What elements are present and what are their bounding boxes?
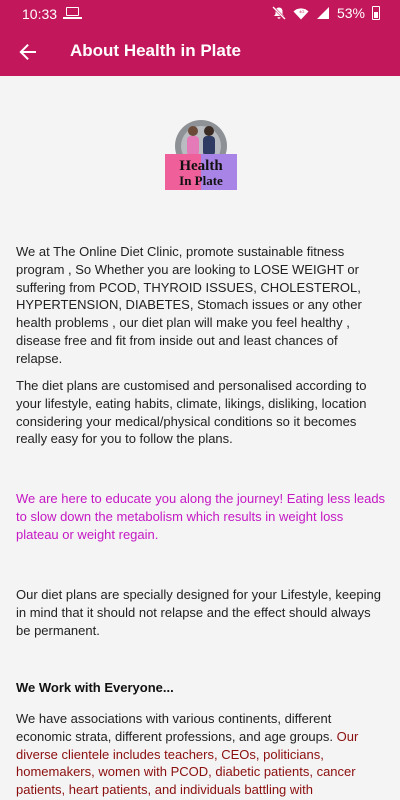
signal-icon (316, 6, 330, 20)
laptop-icon (63, 7, 82, 19)
logo-line1: Health (179, 158, 223, 174)
arrow-back-icon (19, 44, 36, 60)
wifi-icon: 4G (293, 7, 309, 20)
back-button[interactable] (14, 38, 42, 66)
battery-percent: 53% (336, 5, 365, 21)
status-bar: 10:33 4G 53% (0, 0, 400, 28)
lifestyle-paragraph: Our diet plans are specially designed fo… (16, 587, 381, 638)
svg-text:4G: 4G (299, 9, 304, 14)
plans-paragraph: The diet plans are customised and person… (16, 378, 367, 447)
about-content[interactable]: Health In Plate We at The Online Diet Cl… (0, 76, 400, 800)
health-in-plate-logo: Health In Plate (162, 118, 240, 194)
app-bar: About Health in Plate (0, 28, 400, 76)
associations-paragraph: We have associations with various contin… (16, 710, 386, 799)
battery-icon (372, 6, 380, 20)
status-time: 10:33 (22, 6, 58, 22)
page-title: About Health in Plate (70, 41, 241, 60)
status-icons: 4G 53% (272, 5, 380, 21)
section-heading: We Work with Everyone... (16, 680, 174, 695)
logo-line2: In Plate (179, 173, 223, 188)
intro-paragraph: We at The Online Diet Clinic, promote su… (16, 244, 362, 366)
mute-icon (272, 6, 286, 20)
associations-text: We have associations with various contin… (16, 711, 337, 744)
educate-paragraph: We are here to educate you along the jou… (16, 491, 386, 542)
